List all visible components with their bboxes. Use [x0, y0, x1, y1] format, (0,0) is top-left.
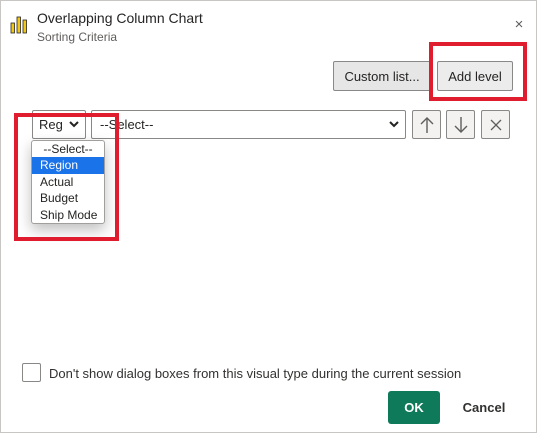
dialog-title: Overlapping Column Chart — [37, 10, 203, 26]
move-down-button[interactable] — [446, 110, 475, 139]
dont-show-label: Don't show dialog boxes from this visual… — [49, 366, 462, 381]
arrow-up-icon — [420, 116, 433, 133]
highlight-box-dropdown — [14, 113, 119, 241]
arrow-down-icon — [454, 116, 467, 133]
delete-icon — [490, 119, 501, 130]
cancel-button[interactable]: Cancel — [451, 391, 517, 424]
delete-level-button[interactable] — [481, 110, 510, 139]
custom-list-button[interactable]: Custom list... — [333, 61, 431, 91]
dialog-subtitle: Sorting Criteria — [37, 30, 118, 44]
highlight-box-add-level — [429, 42, 527, 101]
sort-order-select[interactable]: --Select-- — [91, 110, 406, 139]
move-up-button[interactable] — [412, 110, 441, 139]
bar-chart-icon — [10, 16, 27, 34]
ok-button[interactable]: OK — [388, 391, 440, 424]
dont-show-checkbox[interactable] — [22, 363, 41, 382]
close-icon[interactable]: × — [509, 14, 529, 34]
chevron-down-icon — [389, 121, 399, 128]
sorting-dialog: Overlapping Column Chart Sorting Criteri… — [0, 0, 537, 433]
